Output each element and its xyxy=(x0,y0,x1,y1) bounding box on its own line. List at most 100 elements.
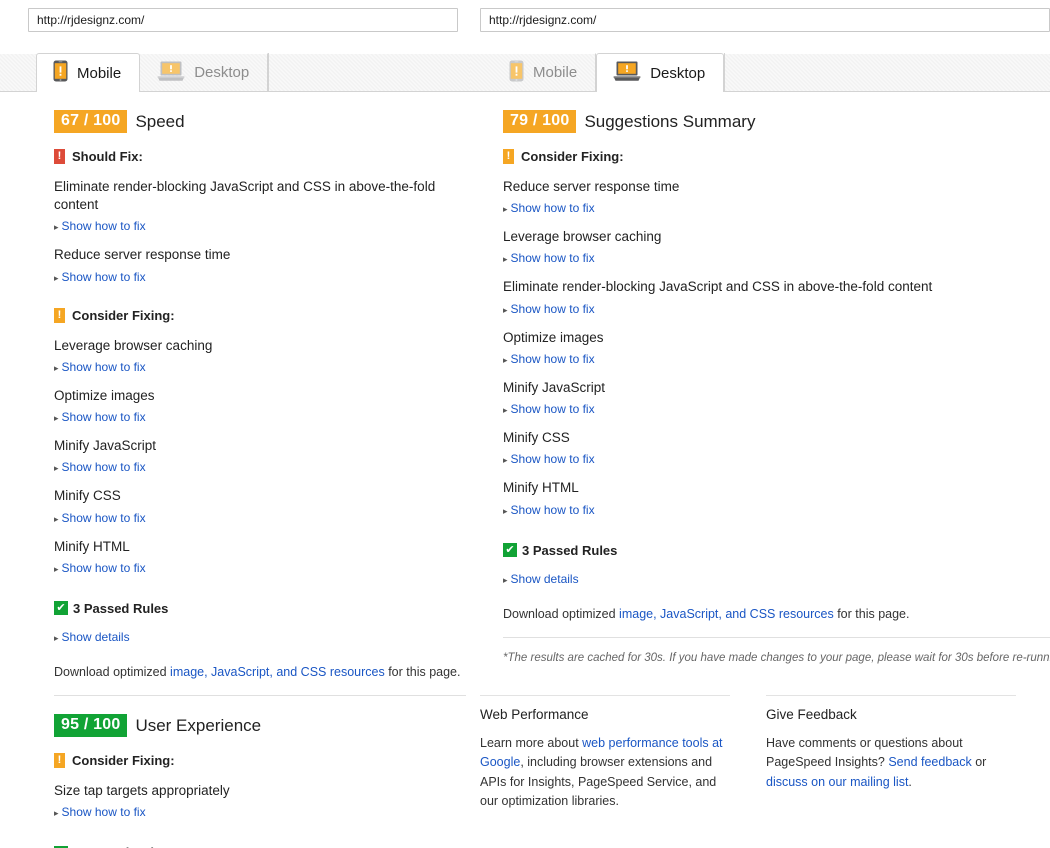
link-text: Show how to fix xyxy=(510,201,595,216)
link-text: Show how to fix xyxy=(61,269,146,284)
card-heading: Give Feedback xyxy=(766,707,857,722)
speed-score-title: Speed xyxy=(135,111,185,131)
show-how-to-fix-link[interactable]: ▸ Show how to fix xyxy=(54,460,146,474)
footer-cards: Web Performance Learn more about web per… xyxy=(480,695,1050,812)
rule-item: Minify CSS ▸ Show how to fix xyxy=(503,429,1050,468)
show-how-to-fix-link[interactable]: ▸ Show how to fix xyxy=(54,219,146,233)
rule-name: Reduce server response time xyxy=(503,179,680,194)
rule-item: Leverage browser caching ▸ Show how to fi… xyxy=(54,337,466,376)
tab-label: Desktop xyxy=(194,64,250,81)
link-text: Show how to fix xyxy=(61,560,146,575)
exclamation-icon: ! xyxy=(54,307,65,323)
severity-header-consider-fixing: ! Consider Fixing: xyxy=(54,753,466,769)
right-content: 79 / 100 Suggestions Summary ! Consider … xyxy=(503,92,1050,664)
link-text: Show how to fix xyxy=(510,251,595,266)
rule-item: Minify JavaScript ▸ Show how to fix xyxy=(54,437,466,476)
show-how-to-fix-link[interactable]: ▸ Show how to fix xyxy=(54,561,146,575)
card-body: Learn more about web performance tools a… xyxy=(480,734,730,812)
show-details-link[interactable]: ▸ Show details xyxy=(54,630,130,644)
mailing-list-link[interactable]: discuss on our mailing list xyxy=(766,775,908,789)
show-how-to-fix-link[interactable]: ▸ Show how to fix xyxy=(503,352,595,366)
link-text: Show how to fix xyxy=(510,402,595,417)
passed-rules-label: 3 Passed Rules xyxy=(73,600,169,616)
rule-name: Minify CSS xyxy=(54,488,121,504)
suggestions-score-title: Suggestions Summary xyxy=(584,111,756,131)
rule-name: Optimize images xyxy=(54,387,155,403)
download-suffix: for this page. xyxy=(384,664,461,679)
card-body: Have comments or questions about PageSpe… xyxy=(766,734,1016,792)
check-icon: ✔ xyxy=(54,601,68,616)
rule-item: Optimize images ▸ Show how to fix xyxy=(503,329,1050,368)
rule-item: Reduce server response time ▸ Show how to… xyxy=(54,246,466,285)
show-details-link[interactable]: ▸ Show details xyxy=(503,572,579,586)
caret-right-icon: ▸ xyxy=(54,272,59,283)
exclamation-icon: ! xyxy=(503,149,514,164)
severity-header-should-fix: ! Should Fix: xyxy=(54,149,466,164)
tab-desktop[interactable]: Desktop xyxy=(596,53,725,92)
show-how-to-fix-link[interactable]: ▸ Show how to fix xyxy=(503,452,595,466)
cache-note: *The results are cached for 30s. If you … xyxy=(503,652,1050,665)
caret-right-icon: ▸ xyxy=(503,405,508,416)
mobile-phone-icon xyxy=(53,60,68,86)
show-how-to-fix-link[interactable]: ▸ Show how to fix xyxy=(503,251,595,265)
download-prefix: Download optimized xyxy=(54,664,171,679)
tab-mobile[interactable]: Mobile xyxy=(492,53,597,91)
show-how-to-fix-link[interactable]: ▸ Show how to fix xyxy=(54,270,146,284)
suggestions-score-badge: 79 / 100 xyxy=(503,110,577,133)
web-performance-card: Web Performance Learn more about web per… xyxy=(480,695,730,812)
caret-right-icon: ▸ xyxy=(503,574,508,585)
show-how-to-fix-link[interactable]: ▸ Show how to fix xyxy=(54,805,146,819)
severity-header-consider-fixing: ! Consider Fixing: xyxy=(54,307,466,323)
rule-item: Eliminate render-blocking JavaScript and… xyxy=(54,178,466,235)
show-how-to-fix-link[interactable]: ▸ Show how to fix xyxy=(503,402,595,416)
rule-item: Size tap targets appropriately ▸ Show how… xyxy=(54,782,466,821)
caret-right-icon: ▸ xyxy=(503,254,508,265)
show-how-to-fix-link[interactable]: ▸ Show how to fix xyxy=(54,410,146,424)
card-heading: Web Performance xyxy=(480,707,589,722)
show-how-to-fix-link[interactable]: ▸ Show how to fix xyxy=(54,360,146,374)
section-divider xyxy=(503,637,1050,639)
tab-desktop[interactable]: Desktop xyxy=(140,53,269,91)
caret-right-icon: ▸ xyxy=(54,563,59,574)
tab-label: Mobile xyxy=(533,64,578,81)
tab-mobile[interactable]: Mobile xyxy=(36,53,141,92)
body-prefix: Learn more about xyxy=(480,736,583,750)
ux-score-title: User Experience xyxy=(135,715,262,735)
caret-right-icon: ▸ xyxy=(503,455,508,466)
tab-label: Desktop xyxy=(650,64,706,82)
tab-strip-filler xyxy=(724,53,1050,91)
card-divider xyxy=(480,695,730,696)
rule-name: Minify HTML xyxy=(54,538,130,554)
link-text: Show how to fix xyxy=(61,805,146,820)
download-resources-link[interactable]: image, JavaScript, and CSS resources xyxy=(170,665,385,679)
left-tab-strip: Mobile Desktop xyxy=(0,53,470,92)
exclamation-icon: ! xyxy=(54,149,65,164)
left-content: 67 / 100 Speed ! Should Fix: Eliminate r… xyxy=(54,92,466,848)
section-divider xyxy=(54,695,466,697)
show-how-to-fix-link[interactable]: ▸ Show how to fix xyxy=(503,503,595,517)
check-icon: ✔ xyxy=(503,543,517,558)
ux-score-badge: 95 / 100 xyxy=(54,714,128,738)
link-text: Show details xyxy=(510,571,579,586)
rule-name: Leverage browser caching xyxy=(54,337,213,353)
link-text: Show how to fix xyxy=(61,510,146,525)
download-resources-link[interactable]: image, JavaScript, and CSS resources xyxy=(619,607,834,621)
laptop-icon xyxy=(157,60,185,86)
rule-name: Size tap targets appropriately xyxy=(54,783,230,799)
send-feedback-link[interactable]: Send feedback xyxy=(888,755,971,769)
speed-score-badge: 67 / 100 xyxy=(54,110,128,133)
caret-right-icon: ▸ xyxy=(503,204,508,215)
url-input[interactable] xyxy=(28,8,458,32)
show-how-to-fix-link[interactable]: ▸ Show how to fix xyxy=(54,511,146,525)
severity-label: Should Fix: xyxy=(72,149,143,164)
body-suffix: . xyxy=(908,774,912,789)
link-text: Show how to fix xyxy=(510,351,595,366)
passed-rules-header: ✔ 3 Passed Rules xyxy=(54,601,466,616)
show-how-to-fix-link[interactable]: ▸ Show how to fix xyxy=(503,201,595,215)
right-url-bar-row xyxy=(480,8,1050,32)
exclamation-icon: ! xyxy=(54,753,65,769)
url-input[interactable] xyxy=(480,8,1050,32)
show-how-to-fix-link[interactable]: ▸ Show how to fix xyxy=(503,302,595,316)
rule-item: Leverage browser caching ▸ Show how to fi… xyxy=(503,228,1050,267)
caret-right-icon: ▸ xyxy=(54,632,59,643)
